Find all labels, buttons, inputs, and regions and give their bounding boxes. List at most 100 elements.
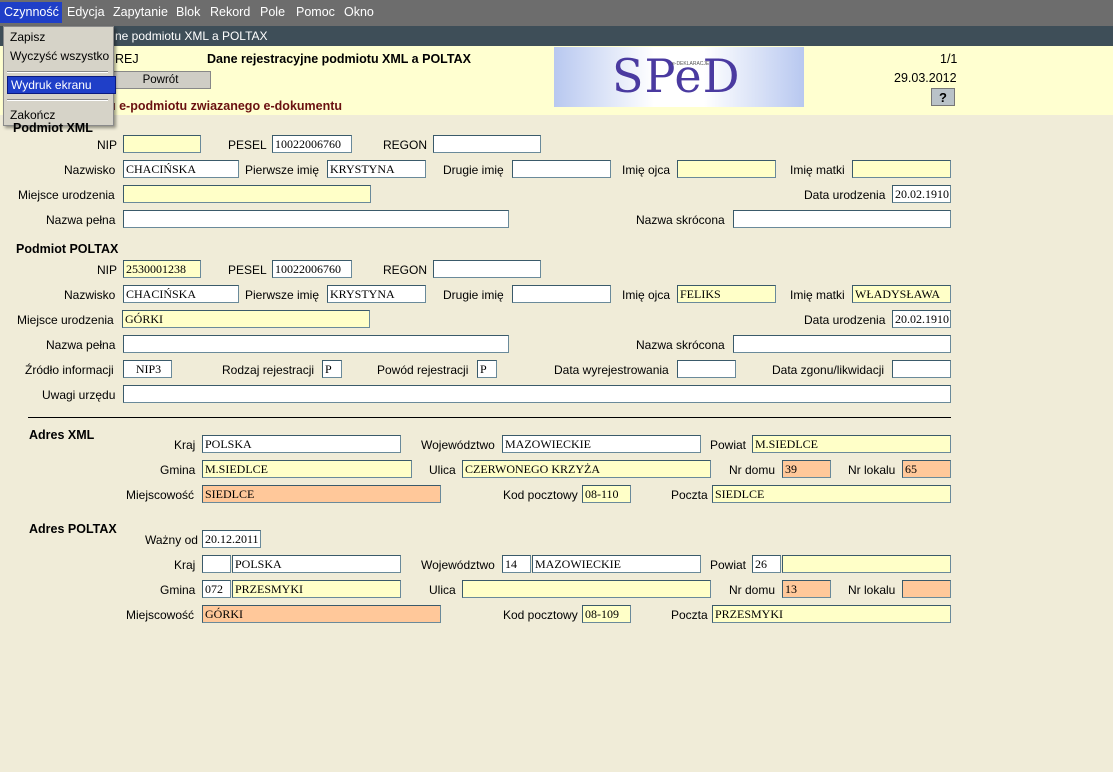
adres-poltax-gmina-kod-field[interactable]: 072 [202, 580, 231, 598]
poltax-nazwa-pelna-field[interactable] [123, 335, 509, 353]
label-poczta: Poczta [671, 488, 708, 502]
xml-data-urodzenia-field[interactable]: 20.02.1910 [892, 185, 951, 203]
xml-imie-matki-field[interactable] [852, 160, 951, 178]
poltax-imie-ojca-field[interactable]: FELIKS [677, 285, 776, 303]
adres-xml-wojewodztwo-field[interactable]: MAZOWIECKIE [502, 435, 701, 453]
xml-nazwa-pelna-field[interactable] [123, 210, 509, 228]
poltax-zrodlo-field[interactable]: NIP3 [123, 360, 172, 378]
menu-rekord[interactable]: Rekord [210, 5, 250, 19]
label-uwagi-urzedu: Uwagi urzędu [42, 388, 116, 402]
adres-xml-powiat-field[interactable]: M.SIEDLCE [752, 435, 951, 453]
label-imie-ojca: Imię ojca [622, 288, 671, 302]
label-miejscowosc: Miejscowość [126, 608, 195, 622]
label-ulica: Ulica [429, 463, 456, 477]
label-data-urodzenia: Data urodzenia [804, 188, 886, 202]
adres-poltax-nr-domu-field[interactable]: 13 [782, 580, 831, 598]
help-button[interactable]: ? [931, 88, 955, 106]
xml-regon-field[interactable] [433, 135, 541, 153]
menu-pole[interactable]: Pole [260, 5, 285, 19]
adres-poltax-powiat-kod-field[interactable]: 26 [752, 555, 781, 573]
adres-xml-gmina-field[interactable]: M.SIEDLCE [202, 460, 412, 478]
label-gmina: Gmina [160, 583, 196, 597]
label-drugie-imie: Drugie imię [443, 288, 504, 302]
poltax-rodzaj-field[interactable]: P [322, 360, 342, 378]
poltax-data-wyrej-field[interactable] [677, 360, 736, 378]
poltax-imie-matki-field[interactable]: WŁADYSŁAWA [852, 285, 951, 303]
xml-pesel-field[interactable]: 10022006760 [272, 135, 352, 153]
xml-nazwisko-field[interactable]: CHACIŃSKA [123, 160, 239, 178]
label-nazwa-skrocona: Nazwa skrócona [636, 213, 725, 227]
menu-edycja[interactable]: Edycja [67, 5, 105, 19]
label-gmina: Gmina [160, 463, 196, 477]
xml-drugie-imie-field[interactable] [512, 160, 611, 178]
xml-nip-field[interactable] [123, 135, 201, 153]
label-kod-pocztowy: Kod pocztowy [503, 608, 578, 622]
adres-poltax-woj-kod-field[interactable]: 14 [502, 555, 531, 573]
form-subtitle: u e-podmiotu zwiazanego e-dokumentu [108, 99, 343, 113]
label-imie-matki: Imię matki [790, 163, 845, 177]
poltax-data-urodzenia-field[interactable]: 20.02.1910 [892, 310, 951, 328]
poltax-pierwsze-imie-field[interactable]: KRYSTYNA [327, 285, 426, 303]
poltax-data-zgonu-field[interactable] [892, 360, 951, 378]
adres-poltax-kraj-field[interactable]: POLSKA [232, 555, 401, 573]
page-counter: 1/1 [940, 52, 958, 66]
menu-czynnosc[interactable]: Czynność [0, 2, 62, 23]
label-kraj: Kraj [174, 438, 196, 452]
menu-okno[interactable]: Okno [344, 5, 374, 19]
section-divider [28, 417, 951, 418]
label-nip: NIP [97, 138, 118, 152]
label-pierwsze-imie: Pierwsze imię [245, 163, 320, 177]
adres-poltax-nr-lokalu-field[interactable] [902, 580, 951, 598]
xml-pierwsze-imie-field[interactable]: KRYSTYNA [327, 160, 426, 178]
adres-xml-ulica-field[interactable]: CZERWONEGO KRZYŻA [462, 460, 711, 478]
menu-pomoc[interactable]: Pomoc [296, 5, 335, 19]
menu-item-wydruk-ekranu[interactable]: Wydruk ekranu [7, 76, 116, 94]
adres-xml-nr-domu-field[interactable]: 39 [782, 460, 831, 478]
adres-poltax-poczta-field[interactable]: PRZESMYKI [712, 605, 951, 623]
poltax-powod-field[interactable]: P [477, 360, 497, 378]
adres-xml-kod-field[interactable]: 08-110 [582, 485, 631, 503]
adres-poltax-gmina-field[interactable]: PRZESMYKI [232, 580, 401, 598]
adres-poltax-miejscowosc-field[interactable]: GÓRKI [202, 605, 441, 623]
menu-item-zapisz[interactable]: Zapisz [10, 30, 45, 44]
adres-poltax-kraj-kod-field[interactable] [202, 555, 231, 573]
adres-xml-poczta-field[interactable]: SIEDLCE [712, 485, 951, 503]
adres-xml-miejscowosc-field[interactable]: SIEDLCE [202, 485, 441, 503]
label-regon: REGON [383, 263, 428, 277]
poltax-regon-field[interactable] [433, 260, 541, 278]
poltax-nazwa-skrocona-field[interactable] [733, 335, 951, 353]
poltax-pesel-field[interactable]: 10022006760 [272, 260, 352, 278]
adres-poltax-kod-field[interactable]: 08-109 [582, 605, 631, 623]
menu-blok[interactable]: Blok [176, 5, 200, 19]
poltax-nip-field[interactable]: 2530001238 [123, 260, 201, 278]
label-nazwa-skrocona: Nazwa skrócona [636, 338, 725, 352]
menubar: Czynność Edycja Zapytanie Blok Rekord Po… [0, 0, 1113, 26]
back-button[interactable]: Powrót [110, 71, 211, 89]
window-title-bar: ne podmiotu XML a POLTAX [0, 26, 1113, 46]
adres-poltax-wojewodztwo-field[interactable]: MAZOWIECKIE [532, 555, 701, 573]
label-miejsce-urodzenia: Miejsce urodzenia [17, 313, 114, 327]
label-drugie-imie: Drugie imię [443, 163, 504, 177]
menu-zapytanie[interactable]: Zapytanie [113, 5, 168, 19]
logo-small-text: e-DEKLARACJE [672, 61, 710, 67]
menu-item-zakoncz[interactable]: Zakończ [10, 108, 55, 122]
label-ulica: Ulica [429, 583, 456, 597]
adres-xml-kraj-field[interactable]: POLSKA [202, 435, 401, 453]
menu-separator [7, 99, 108, 101]
xml-miejsce-urodzenia-field[interactable] [123, 185, 371, 203]
poltax-miejsce-urodzenia-field[interactable]: GÓRKI [122, 310, 370, 328]
adres-poltax-wazny-od-field[interactable]: 20.12.2011 [202, 530, 261, 548]
adres-poltax-ulica-field[interactable] [462, 580, 711, 598]
label-nip: NIP [97, 263, 118, 277]
adres-poltax-powiat-field[interactable] [782, 555, 951, 573]
poltax-drugie-imie-field[interactable] [512, 285, 611, 303]
xml-nazwa-skrocona-field[interactable] [733, 210, 951, 228]
label-powiat: Powiat [710, 558, 747, 572]
xml-imie-ojca-field[interactable] [677, 160, 776, 178]
poltax-uwagi-field[interactable] [123, 385, 951, 403]
label-nr-domu: Nr domu [729, 583, 776, 597]
poltax-nazwisko-field[interactable]: CHACIŃSKA [123, 285, 239, 303]
form-title: Dane rejestracyjne podmiotu XML a POLTAX [207, 52, 471, 66]
adres-xml-nr-lokalu-field[interactable]: 65 [902, 460, 951, 478]
menu-item-wyczysc-wszystko[interactable]: Wyczyść wszystko [10, 49, 109, 63]
